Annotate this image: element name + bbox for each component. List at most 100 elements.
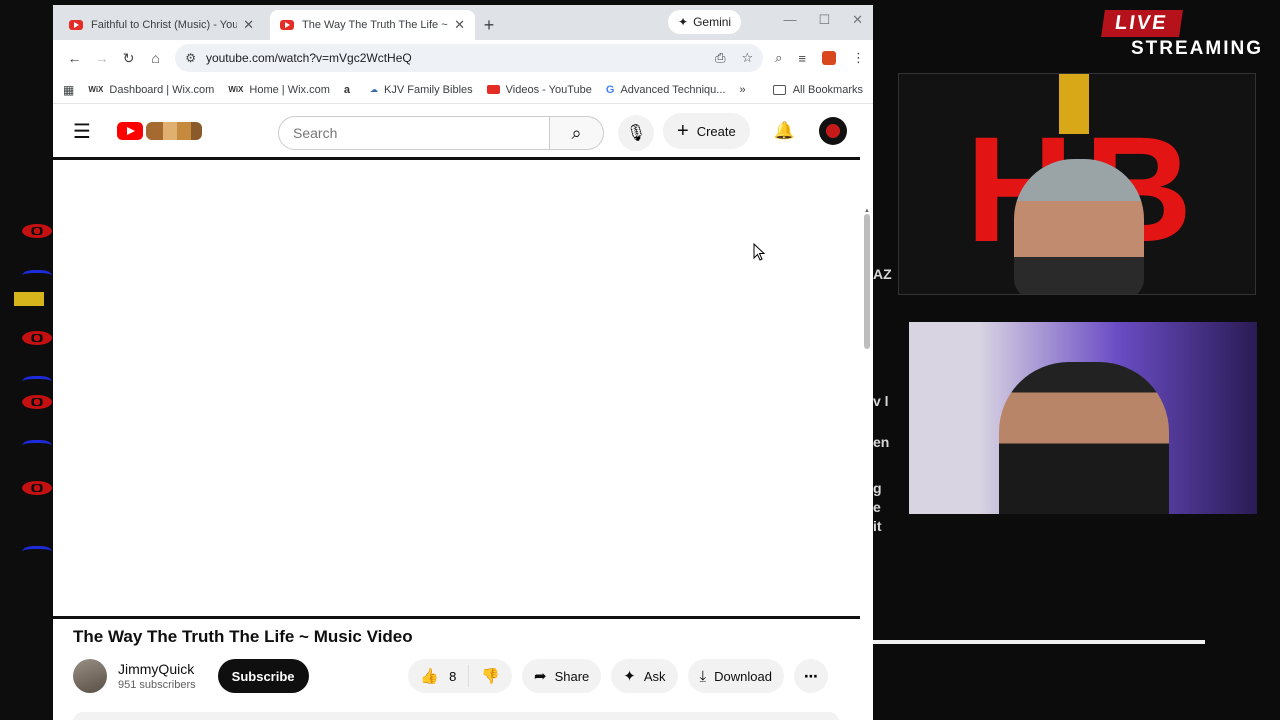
minimize-icon[interactable]: — xyxy=(783,12,796,28)
all-bookmarks-label: All Bookmarks xyxy=(792,83,863,96)
owner-row: JimmyQuick 951 subscribers Subscribe 👍 8… xyxy=(73,659,840,693)
maximize-icon[interactable]: ☐ xyxy=(818,12,830,28)
bookmark-star-icon[interactable]: ☆ xyxy=(741,50,753,66)
channel-avatar[interactable] xyxy=(73,659,107,693)
bookmark-label: KJV Family Bibles xyxy=(384,83,473,96)
channel-logo[interactable] xyxy=(117,122,202,140)
search-icon[interactable]: ⌕ xyxy=(550,116,604,150)
stream-overlay: LIVE STREAMING HB AZ v l en g e it xyxy=(873,0,1280,720)
hamburger-menu-icon[interactable]: ☰ xyxy=(73,119,95,144)
download-button[interactable]: ⤓ Download xyxy=(687,659,784,693)
page-scrollbar[interactable] xyxy=(864,214,870,349)
url-text: youtube.com/watch?v=mVgc2WctHeQ xyxy=(205,51,412,65)
subscribe-button[interactable]: Subscribe xyxy=(217,659,309,693)
search-box: Search ⌕ 🎙 xyxy=(278,115,654,151)
plus-icon: + xyxy=(677,119,689,142)
bookmark-dashboard-wix[interactable]: WiX Dashboard | Wix.com xyxy=(88,84,214,96)
tab-title: Faithful to Christ (Music) - YouT xyxy=(91,19,238,31)
side-text: e xyxy=(873,499,881,515)
left-decoration-strip xyxy=(0,0,53,720)
like-dislike-group: 👍 8 👎 xyxy=(408,659,512,693)
mouse-cursor-icon xyxy=(753,243,765,261)
close-window-icon[interactable]: ✕ xyxy=(852,12,863,28)
gemini-button[interactable]: ✦ Gemini xyxy=(668,10,742,34)
like-button[interactable]: 👍 8 xyxy=(408,665,470,687)
window-controls: — ☐ ✕ xyxy=(783,12,863,28)
close-icon[interactable]: ✕ xyxy=(454,17,465,33)
target-icon xyxy=(22,481,52,495)
apps-grid-icon[interactable]: ▦ xyxy=(63,83,74,97)
google-icon: G xyxy=(605,83,615,96)
side-text: v l xyxy=(873,393,889,409)
video-title: The Way The Truth The Life ~ Music Video xyxy=(73,627,413,646)
bookmark-label: Dashboard | Wix.com xyxy=(109,83,215,96)
site-info-icon[interactable]: ⚙ xyxy=(185,51,196,65)
thumbs-down-icon[interactable]: 👎 xyxy=(469,667,512,685)
kjv-icon: ☁ xyxy=(370,85,378,94)
screen: Faithful to Christ (Music) - YouT ✕ The … xyxy=(0,0,1280,720)
channel-name[interactable]: JimmyQuick xyxy=(118,661,196,677)
avatar[interactable] xyxy=(818,117,847,145)
bookmark-kjv-family-bibles[interactable]: ☁ KJV Family Bibles xyxy=(370,84,473,96)
channel-info: JimmyQuick 951 subscribers xyxy=(118,661,196,691)
video-player[interactable] xyxy=(53,157,860,619)
home-icon[interactable]: ⌂ xyxy=(142,43,169,73)
all-bookmarks-button[interactable]: All Bookmarks xyxy=(772,83,863,96)
tab-faithful-to-christ[interactable]: Faithful to Christ (Music) - YouT ✕ xyxy=(59,10,264,40)
amazon-icon: a xyxy=(343,83,350,96)
create-label: Create xyxy=(696,123,736,139)
back-icon[interactable]: ← xyxy=(61,43,88,73)
forward-icon[interactable]: → xyxy=(88,43,115,73)
download-label: Download xyxy=(714,668,772,684)
google-lens-icon[interactable]: ⌕ xyxy=(775,50,782,66)
folder-icon xyxy=(772,84,786,95)
tab-strip: Faithful to Christ (Music) - YouT ✕ The … xyxy=(53,5,873,40)
address-bar[interactable]: ⚙ youtube.com/watch?v=mVgc2WctHeQ ⎙ ☆ xyxy=(175,44,764,72)
wave-icon xyxy=(22,270,52,284)
gemini-star-icon: ✦ xyxy=(678,15,689,29)
wix-icon: WiX xyxy=(88,85,104,94)
browser-toolbar: ← → ↻ ⌂ ⚙ youtube.com/watch?v=mVgc2WctHe… xyxy=(53,40,873,76)
reload-icon[interactable]: ↻ xyxy=(115,43,142,73)
bookmark-videos-youtube[interactable]: Videos - YouTube xyxy=(486,83,592,96)
bookmark-home-wix[interactable]: WiX Home | Wix.com xyxy=(228,84,330,96)
side-text: it xyxy=(873,518,882,534)
media-control-icon[interactable]: ≡ xyxy=(798,51,806,66)
live-label: LIVE xyxy=(1101,10,1184,37)
toolbar-right-icons: ⌕ ≡ ⋮ xyxy=(775,50,865,66)
ask-button[interactable]: ✦ Ask xyxy=(611,659,678,693)
target-icon xyxy=(22,224,52,238)
notifications-bell-icon[interactable]: 🔔 xyxy=(774,121,795,141)
microphone-icon[interactable]: 🎙 xyxy=(618,115,654,151)
gemini-label: Gemini xyxy=(693,15,732,29)
wave-icon xyxy=(22,440,52,454)
bookmark-advanced-techniques[interactable]: G Advanced Techniqu... xyxy=(606,84,726,96)
subscriber-count: 951 subscribers xyxy=(118,679,196,691)
extension-icon[interactable] xyxy=(822,51,836,65)
ask-label: Ask xyxy=(643,668,666,684)
guest-video xyxy=(999,362,1169,514)
webcam-host: HB xyxy=(898,73,1256,295)
header-actions: + Create 🔔 xyxy=(663,113,847,149)
side-text: g xyxy=(873,480,882,496)
share-button[interactable]: ➦ Share xyxy=(522,659,602,693)
create-button[interactable]: + Create xyxy=(663,113,750,149)
video-meta: The Way The Truth The Life ~ Music Video… xyxy=(53,627,860,693)
target-icon xyxy=(22,331,52,345)
tab-the-way-the-truth[interactable]: The Way The Truth The Life ~ M ✕ xyxy=(270,10,475,40)
more-bookmarks-icon[interactable]: » xyxy=(739,84,745,96)
bookmark-label: Videos - YouTube xyxy=(505,83,592,96)
install-app-icon[interactable]: ⎙ xyxy=(715,50,725,66)
menu-kebab-icon[interactable]: ⋮ xyxy=(852,50,865,66)
more-actions-icon[interactable]: ⋯ xyxy=(794,659,828,693)
youtube-play-icon xyxy=(117,122,143,140)
search-input[interactable]: Search xyxy=(278,116,550,150)
youtube-icon xyxy=(280,20,294,30)
new-tab-button[interactable]: + xyxy=(475,11,503,39)
sparkle-icon: ✦ xyxy=(623,668,636,685)
description-box[interactable] xyxy=(73,712,839,720)
youtube-icon xyxy=(69,20,83,30)
close-icon[interactable]: ✕ xyxy=(243,17,254,33)
streaming-label: STREAMING xyxy=(1131,38,1263,59)
bookmark-amazon[interactable]: a xyxy=(344,84,356,96)
